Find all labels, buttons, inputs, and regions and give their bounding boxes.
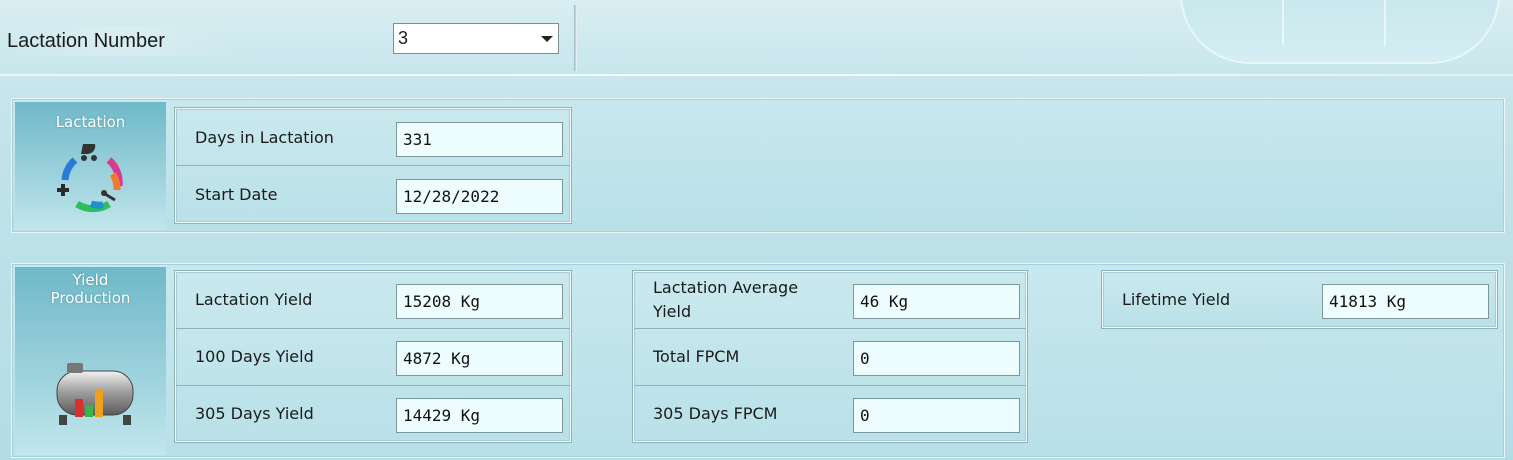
100-days-yield-label: 100 Days Yield xyxy=(195,347,314,366)
lifetime-yield-value: 41813 Kg xyxy=(1322,284,1489,319)
lactation-average-yield-row: Lactation Average Yield 46 Kg xyxy=(634,272,1026,329)
chevron-down-icon[interactable] xyxy=(541,36,553,42)
305-days-yield-label: 305 Days Yield xyxy=(195,404,314,423)
yield-title-line2: Production xyxy=(50,289,131,307)
total-fpcm-row: Total FPCM 0 xyxy=(634,329,1026,386)
lactation-yield-value: 15208 Kg xyxy=(396,284,563,319)
tab-divider xyxy=(1384,0,1386,46)
total-fpcm-label: Total FPCM xyxy=(653,347,740,366)
lactation-number-label: Lactation Number xyxy=(7,26,237,56)
lactation-number-value: 3 xyxy=(398,28,409,48)
lactation-average-yield-label-line2: Yield xyxy=(653,302,692,321)
total-fpcm-value: 0 xyxy=(853,341,1020,376)
lactation-number-select[interactable]: 3 xyxy=(393,23,559,54)
days-in-lactation-label: Days in Lactation xyxy=(195,128,334,147)
yield-group-1: Lactation Yield 15208 Kg 100 Days Yield … xyxy=(175,271,571,442)
305-days-yield-row: 305 Days Yield 14429 Kg xyxy=(176,386,570,443)
lactation-average-yield-label-line1: Lactation Average xyxy=(653,278,799,297)
lactation-yield-row: Lactation Yield 15208 Kg xyxy=(176,272,570,329)
yield-panel-header: Yield Production xyxy=(15,267,166,455)
yield-group-2: Lactation Average Yield 46 Kg Total FPCM… xyxy=(633,271,1027,442)
305-days-fpcm-row: 305 Days FPCM 0 xyxy=(634,386,1026,443)
milk-tank-chart-icon xyxy=(56,363,134,425)
lactation-panel: Lactation Days in Lactation 331 Start Da… xyxy=(11,98,1505,233)
days-in-lactation-row: Days in Lactation 331 xyxy=(176,109,570,166)
days-in-lactation-value: 331 xyxy=(396,122,563,157)
100-days-yield-value: 4872 Kg xyxy=(396,341,563,376)
yield-title-line1: Yield xyxy=(72,271,109,289)
305-days-fpcm-label: 305 Days FPCM xyxy=(653,404,778,423)
lactation-cycle-icon xyxy=(57,144,123,213)
top-tab-strip[interactable] xyxy=(1180,0,1500,64)
100-days-yield-row: 100 Days Yield 4872 Kg xyxy=(176,329,570,386)
lactation-average-yield-value: 46 Kg xyxy=(853,284,1020,319)
lactation-average-yield-label: Lactation Average Yield xyxy=(653,276,798,324)
lifetime-yield-row: Lifetime Yield 41813 Kg xyxy=(1103,272,1496,329)
yield-panel-title: Yield Production xyxy=(15,271,166,307)
start-date-value: 12/28/2022 xyxy=(396,179,563,214)
lactation-panel-header: Lactation xyxy=(15,102,166,230)
toolbar-separator xyxy=(574,5,577,71)
yield-group-3: Lifetime Yield 41813 Kg xyxy=(1102,271,1497,328)
lactation-fields-group: Days in Lactation 331 Start Date 12/28/2… xyxy=(175,108,571,223)
start-date-row: Start Date 12/28/2022 xyxy=(176,166,570,224)
lactation-panel-title: Lactation xyxy=(55,113,126,131)
top-toolbar: Lactation Number 3 xyxy=(0,0,1513,76)
305-days-yield-value: 14429 Kg xyxy=(396,398,563,433)
lifetime-yield-label: Lifetime Yield xyxy=(1122,290,1231,309)
yield-production-panel: Yield Production Lactation Yield 15208 K… xyxy=(11,263,1505,458)
lactation-yield-label: Lactation Yield xyxy=(195,290,313,309)
toolbar-bottom-line xyxy=(0,74,1513,76)
305-days-fpcm-value: 0 xyxy=(853,398,1020,433)
start-date-label: Start Date xyxy=(195,185,278,204)
tab-divider xyxy=(1282,0,1284,46)
